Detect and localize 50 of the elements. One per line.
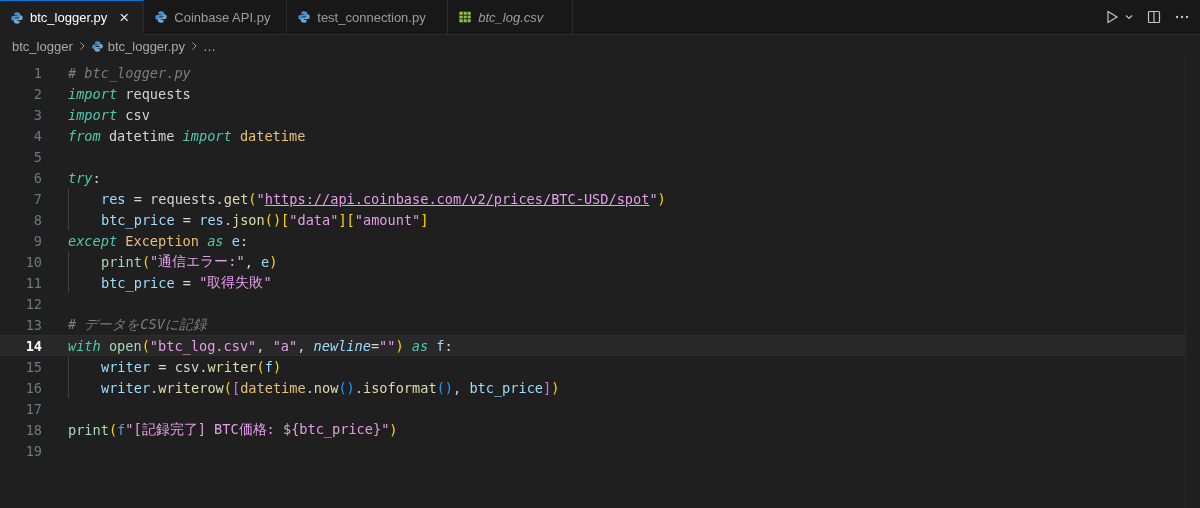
line-number: 6: [32, 169, 42, 186]
code-line: import csv: [68, 105, 150, 125]
line-number: 1: [32, 64, 42, 81]
code-line: except Exception as e:: [68, 231, 249, 251]
breadcrumb-item[interactable]: btc_logger: [12, 38, 73, 54]
line-number: 15: [24, 358, 42, 375]
line-number: 19: [24, 442, 42, 459]
line-number: 9: [32, 232, 42, 249]
code-line: writer.writerow([datetime.now().isoformat(), btc_price]): [68, 377, 560, 398]
python-file-icon: [90, 39, 104, 53]
line-number: 16: [24, 379, 42, 396]
editor-tab[interactable]: test_connection.py: [287, 0, 449, 35]
code-line: print("通信エラー:", e): [68, 251, 278, 272]
code-line: with open("btc_log.csv", "a", newline="") as f:: [68, 336, 453, 355]
line-number: 14: [24, 337, 42, 354]
code-line: btc_price = "取得失敗": [68, 272, 272, 293]
line-number: 13: [24, 316, 42, 333]
editor-tab[interactable]: btc_logger.py ×: [0, 0, 145, 35]
line-number: 4: [32, 127, 42, 144]
code-line: btc_price = res.json()["data"]["amount"]: [68, 209, 429, 230]
line-number: 11: [24, 274, 42, 291]
breadcrumb-item[interactable]: btc_logger.py: [107, 38, 186, 54]
close-button[interactable]: ×: [119, 7, 130, 28]
code-line: try:: [68, 168, 101, 188]
split-editor-icon[interactable]: [1146, 9, 1162, 25]
run-icon[interactable]: [1104, 9, 1120, 25]
python-file-icon: [10, 10, 24, 25]
python-file-icon: [154, 10, 169, 24]
code-line: res = requests.get("https://api.coinbase.com/v2/prices/BTC-USD/spot"): [68, 188, 666, 209]
line-number: 7: [32, 190, 42, 207]
code-line: from datetime import datetime: [68, 126, 306, 146]
line-number: 8: [32, 211, 42, 228]
line-number: 12: [24, 295, 42, 312]
line-number: 3: [32, 106, 42, 123]
code-line: writer = csv.writer(f): [68, 356, 282, 377]
line-number: 17: [24, 400, 42, 417]
spreadsheet-file-icon: [458, 10, 473, 24]
code-line: # データをCSVに記録: [68, 314, 207, 334]
line-number: 5: [32, 148, 42, 165]
code-line: print(f"[記録完了] BTC価格: ${btc_price}"): [68, 419, 398, 440]
breadcrumb-item[interactable]: …: [203, 38, 217, 54]
editor-tab[interactable]: btc_log.csv: [448, 0, 574, 35]
caret-icon[interactable]: [1124, 12, 1134, 22]
line-number: 2: [32, 85, 42, 102]
python-file-icon: [297, 10, 312, 24]
editor-tab[interactable]: Coinbase API.py: [144, 0, 288, 35]
line-number: 10: [24, 253, 42, 270]
line-number: 18: [24, 421, 42, 438]
code-line: # btc_logger.py: [68, 63, 191, 83]
code-line: import requests: [68, 84, 191, 104]
